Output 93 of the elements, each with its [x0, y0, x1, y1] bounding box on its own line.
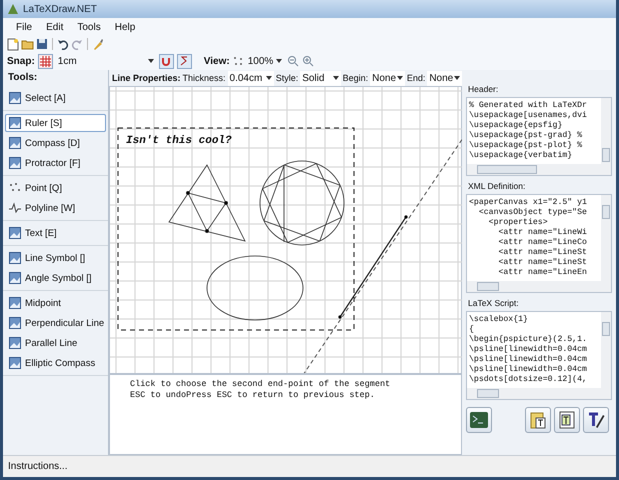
picture-icon — [9, 117, 21, 129]
caret-icon — [276, 59, 282, 63]
window-title: LaTeXDraw.NET — [23, 4, 97, 14]
vertical-scrollbar[interactable] — [601, 312, 611, 388]
zoom-out-icon[interactable] — [286, 55, 299, 67]
tool-item[interactable]: Text [E] — [5, 224, 106, 242]
caret-icon — [266, 76, 272, 80]
save-icon[interactable] — [36, 38, 48, 50]
view-label: View: — [204, 56, 230, 66]
tool-item[interactable]: Protractor [F] — [5, 154, 106, 172]
property-label: End: — [406, 73, 426, 83]
line-properties-label: Line Properties: — [112, 73, 181, 83]
undo-icon[interactable] — [57, 38, 69, 50]
tool-item[interactable]: Polyline [W] — [5, 199, 106, 217]
property-dropdown[interactable]: Solid — [300, 70, 341, 86]
dots-icon — [232, 56, 243, 66]
clipboard-icon — [530, 411, 546, 429]
grid-toggle[interactable] — [38, 54, 53, 68]
picture-icon — [9, 157, 21, 169]
tool-item[interactable]: Compass [D] — [5, 134, 106, 152]
tool-item[interactable]: Line Symbol [] — [5, 249, 106, 267]
document-icon — [559, 411, 575, 429]
app-icon — [7, 3, 19, 15]
code-box[interactable]: % Generated with LaTeXDr \usepackage[usenames,dvi \usepackage{epsfig} \usepackage{pst-grad} % \usepackage{pst-plot} % \usepackage{verbatim} — [466, 97, 612, 176]
vertical-scrollbar[interactable] — [601, 195, 611, 281]
code-text: <paperCanvas x1="2.5" y1 <canvasObject type="Se <properties> <attr name="LineWi <attr name="LineCo <attr name="LineSt <attr name="LineSt <attr name="LineEn — [468, 197, 588, 279]
tool-item[interactable]: Select [A] — [5, 89, 106, 107]
panel-title: Header: — [467, 83, 500, 96]
terminal-icon — [470, 412, 488, 428]
tool-item[interactable]: Parallel Line — [5, 334, 106, 352]
property-label: Thickness: — [182, 73, 226, 83]
property-label: Style: — [276, 73, 298, 83]
horizontal-scrollbar[interactable] — [467, 388, 611, 399]
squiggle-icon — [179, 56, 190, 66]
picture-icon — [9, 137, 21, 149]
property-dropdown[interactable]: 0.04cm — [228, 70, 274, 86]
code-text: \scalebox{1} { \begin{pspicture}(2.5,1. \psline[linewidth=0.04cm \psline[linewidth=0.04cm \psline[linewidth=0.04cm \psdots[dotsize=0.12](4, — [468, 314, 588, 386]
panel-title: XML Definition: — [467, 180, 526, 193]
copy-button[interactable] — [554, 407, 580, 433]
dots-icon — [9, 182, 21, 194]
tool-item[interactable]: Elliptic Compass — [5, 354, 106, 372]
property-dropdown[interactable]: None — [427, 70, 462, 86]
new-document-icon[interactable] — [7, 38, 19, 50]
snap-dropdown[interactable]: 1cm — [56, 54, 156, 68]
pen-icon — [587, 411, 605, 429]
caret-icon — [148, 59, 154, 63]
picture-icon — [9, 272, 21, 284]
tool-item[interactable]: Perpendicular Line — [5, 314, 106, 332]
freehand-toggle[interactable] — [176, 54, 192, 68]
tool-item[interactable]: Ruler [S] — [5, 114, 106, 132]
picture-icon — [9, 297, 21, 309]
polyline-icon — [9, 202, 21, 214]
code-box[interactable]: \scalebox{1} { \begin{pspicture}(2.5,1. \psline[linewidth=0.04cm \psline[linewidth=0.04cm \psline[linewidth=0.04cm \psdots[dotsize=0.12](4, — [466, 311, 612, 400]
grid-icon — [40, 56, 51, 66]
snap-label: Snap: — [7, 56, 35, 66]
menu-item[interactable]: File — [11, 20, 38, 34]
status-text: Instructions... — [8, 461, 68, 472]
picture-icon — [9, 317, 21, 329]
menu-item[interactable]: Tools — [72, 20, 106, 34]
horizontal-scrollbar[interactable] — [467, 164, 611, 175]
folder-icon[interactable] — [21, 38, 34, 50]
tool-item[interactable]: Midpoint — [5, 294, 106, 312]
panel-title: LaTeX Script: — [467, 297, 520, 310]
terminal-button[interactable] — [466, 407, 492, 433]
code-box[interactable]: <paperCanvas x1="2.5" y1 <canvasObject type="Se <properties> <attr name="LineWi <attr name="LineCo <attr name="LineSt <attr name="LineSt <attr name="LineEn — [466, 194, 612, 293]
paste-button[interactable] — [525, 407, 551, 433]
message-text: Click to choose the second end-point of the segment ESC to undoPress ESC to return to previous step. — [109, 374, 462, 455]
picture-icon — [9, 337, 21, 349]
magnet-toggle[interactable] — [158, 54, 174, 68]
picture-icon — [9, 357, 21, 369]
zoom-in-icon[interactable] — [302, 55, 314, 67]
property-label: Begin: — [342, 73, 368, 83]
horizontal-scrollbar[interactable] — [467, 281, 611, 292]
tool-item[interactable]: Point [Q] — [5, 179, 106, 197]
picture-icon — [9, 92, 21, 104]
picture-icon — [9, 252, 21, 264]
canvas-text: Isn't this cool? — [126, 135, 232, 147]
code-text: % Generated with LaTeXDr \usepackage[usenames,dvi \usepackage{epsfig} \usepackage{pst-grad} % \usepackage{pst-plot} % \usepackage{verbatim} — [468, 100, 588, 162]
vertical-scrollbar[interactable] — [601, 98, 611, 164]
menu-item[interactable]: Help — [110, 20, 140, 34]
caret-icon — [454, 76, 460, 80]
edit-button[interactable] — [583, 407, 609, 433]
caret-icon — [396, 76, 403, 80]
tool-item[interactable]: Angle Symbol [] — [5, 269, 106, 287]
drawing-canvas[interactable]: Isn't this cool? — [109, 86, 462, 374]
magnet-icon — [161, 56, 172, 66]
tools-label: Tools: — [8, 72, 38, 83]
caret-icon — [332, 76, 339, 80]
zoom-dropdown[interactable]: 100% — [246, 54, 284, 68]
menu-item[interactable]: Edit — [41, 20, 68, 34]
picture-icon — [9, 227, 21, 239]
property-dropdown[interactable]: None — [370, 70, 405, 86]
brush-icon[interactable] — [92, 38, 104, 50]
